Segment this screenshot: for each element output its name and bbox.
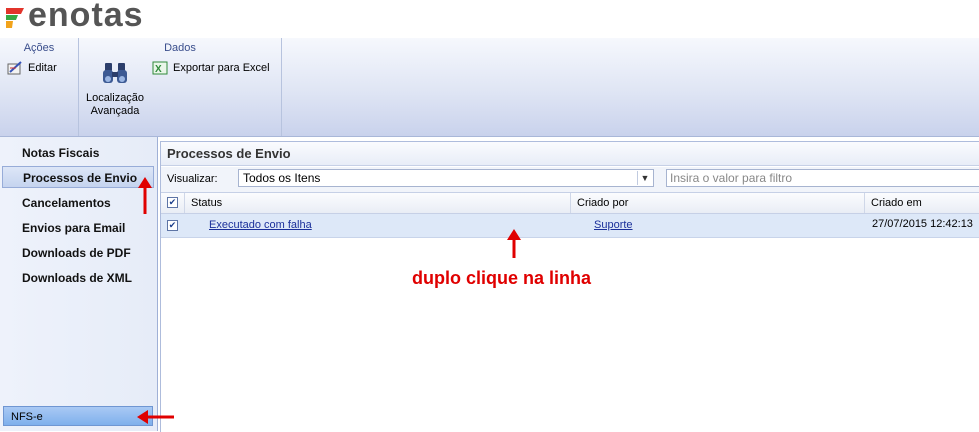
sidebar-item-notas-fiscais[interactable]: Notas Fiscais <box>2 142 154 164</box>
sidebar-item-envios-para-email[interactable]: Envios para Email <box>2 217 154 239</box>
status-link[interactable]: Executado com falha <box>209 214 312 237</box>
brand-name: enotas <box>28 0 144 34</box>
criado-por-link[interactable]: Suporte <box>594 214 633 237</box>
svg-text:X: X <box>155 64 162 75</box>
filter-input[interactable] <box>666 169 979 187</box>
excel-icon: X <box>152 61 168 75</box>
sidebar: Notas Fiscais Processos de Envio Cancela… <box>0 137 158 431</box>
ribbon-group-title-acoes: Ações <box>23 42 55 54</box>
table-row[interactable]: ✔ Executado com falha Suporte 27/07/2015… <box>161 214 979 238</box>
select-all-cell: ✔ <box>161 193 185 213</box>
ribbon-group-acoes: Ações Editar <box>0 38 79 136</box>
exportar-label: Exportar para Excel <box>173 62 270 74</box>
binoculars-icon <box>103 63 127 83</box>
column-header-criado-em[interactable]: Criado em <box>865 193 979 213</box>
grid-header: ✔ Status Criado por Criado em <box>161 193 979 214</box>
exportar-excel-button[interactable]: X Exportar para Excel <box>152 61 270 75</box>
sidebar-section-nfse[interactable]: NFS-e <box>3 406 153 426</box>
enotas-logo-icon <box>6 8 24 28</box>
column-header-status[interactable]: Status <box>185 193 571 213</box>
ribbon-group-title-dados: Dados <box>164 42 196 54</box>
sidebar-item-processos-de-envio[interactable]: Processos de Envio <box>2 166 154 188</box>
column-header-criado-por[interactable]: Criado por <box>571 193 865 213</box>
app-header: enotas <box>0 0 979 38</box>
localizacao-avancada-button[interactable]: Localização Avançada <box>85 60 145 118</box>
view-toolbar: Visualizar: Todos os Itens ▼ <box>161 167 979 193</box>
page-title: Processos de Envio <box>161 142 979 166</box>
editar-button[interactable]: Editar <box>7 61 57 75</box>
editar-label: Editar <box>28 62 57 74</box>
visualizar-select[interactable]: Todos os Itens ▼ <box>238 169 654 187</box>
annotation-text: duplo clique na linha <box>412 268 592 288</box>
edit-icon <box>7 61 22 75</box>
localizacao-label-line2: Avançada <box>90 105 140 117</box>
chevron-down-icon[interactable]: ▼ <box>637 171 652 185</box>
localizacao-label-line1: Localização <box>85 92 145 104</box>
sidebar-item-downloads-de-pdf[interactable]: Downloads de PDF <box>2 242 154 264</box>
row-checkbox[interactable]: ✔ <box>167 220 178 231</box>
sidebar-item-cancelamentos[interactable]: Cancelamentos <box>2 192 154 214</box>
ribbon-group-dados: Dados Localização Avançada X Exportar pa… <box>79 38 282 136</box>
select-all-checkbox[interactable]: ✔ <box>167 197 178 208</box>
visualizar-select-value: Todos os Itens <box>243 171 321 185</box>
criado-em-cell: 27/07/2015 12:42:13 <box>872 218 973 230</box>
sidebar-item-downloads-de-xml[interactable]: Downloads de XML <box>2 267 154 289</box>
visualizar-label: Visualizar: <box>167 173 218 185</box>
ribbon: Ações Editar Dados Localização Avançada <box>0 38 979 137</box>
